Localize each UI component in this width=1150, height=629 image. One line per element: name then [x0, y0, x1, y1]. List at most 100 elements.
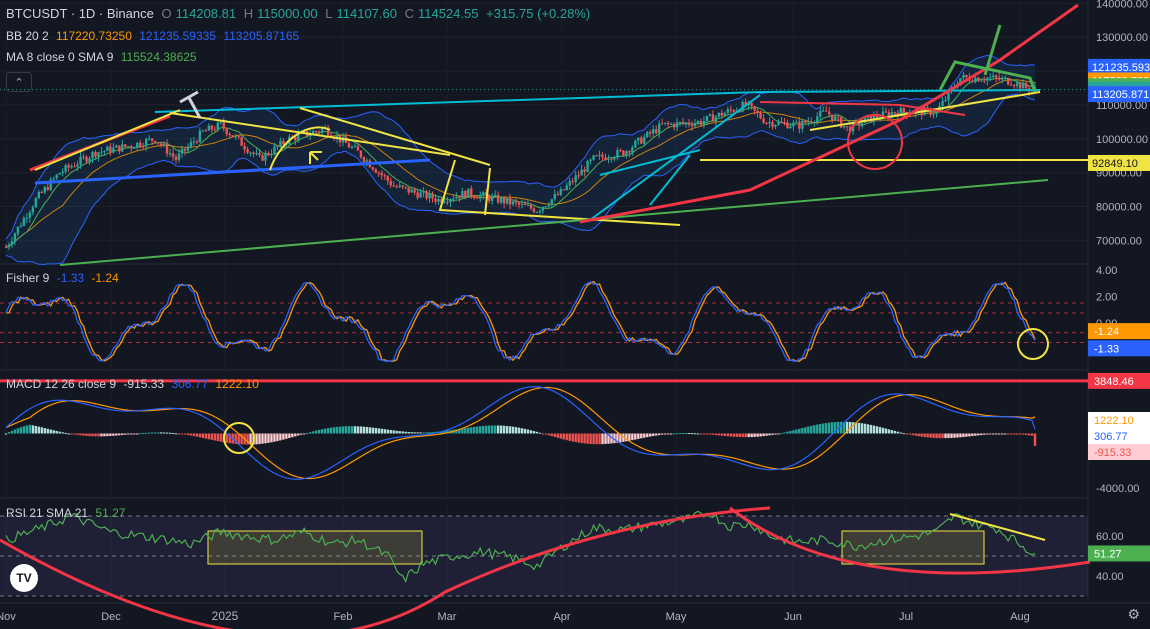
candle [7, 244, 11, 248]
collapse-legend-button[interactable]: ⌃ [6, 72, 32, 92]
macd-histogram-bar [350, 426, 354, 434]
macd-histogram-bar [798, 428, 801, 434]
pane-1-bg [0, 266, 1088, 365]
macd-histogram-bar [660, 433, 664, 435]
macd-histogram-bar [935, 433, 938, 439]
macd-histogram-bar [959, 433, 962, 438]
macd-histogram-bar [401, 431, 404, 434]
x-tick-label: Jun [784, 611, 802, 623]
candle [508, 198, 512, 205]
candle [989, 77, 992, 79]
candle [404, 186, 407, 188]
symbol-title[interactable]: BTCUSDT · 1D · Binance [6, 6, 154, 21]
candle [825, 110, 828, 112]
macd-histogram-bar [270, 433, 273, 443]
candle [511, 201, 515, 205]
macd-histogram-bar [768, 433, 771, 436]
candle [884, 111, 888, 113]
bb-legend[interactable]: BB 20 2 117220.73250 121235.59335 113205… [6, 29, 303, 43]
macd-value-label-1: 306.77 [1094, 431, 1128, 443]
macd-histogram-bar [118, 433, 121, 436]
macd-histogram-bar [702, 433, 706, 435]
fisher-legend[interactable]: Fisher 9 -1.33 -1.24 [6, 271, 123, 285]
rsi-legend[interactable]: RSI 21 SMA 21 51.27 [6, 506, 129, 520]
macd-histogram-bar [628, 433, 631, 441]
candle [389, 180, 392, 186]
macd-histogram-bar [1006, 433, 1010, 435]
candle [666, 122, 670, 125]
candle [759, 113, 762, 119]
x-tick-label: Nov [0, 611, 16, 623]
candle [992, 75, 995, 78]
candle [568, 181, 571, 186]
macd-legend[interactable]: MACD 12 26 close 9 -915.33 306.77 1222.1… [6, 377, 263, 391]
candle [941, 100, 944, 107]
macd-histogram-bar [655, 433, 658, 436]
macd-histogram-bar [884, 428, 888, 434]
candle [195, 141, 199, 143]
candle [789, 126, 792, 129]
macd-histogram-bar [40, 427, 43, 434]
candle [371, 167, 375, 170]
candle [153, 140, 157, 143]
macd-histogram-bar [574, 433, 577, 443]
macd-histogram-bar [765, 433, 768, 436]
macd-histogram-bar [180, 433, 184, 435]
macd-histogram-bar [819, 423, 822, 434]
macd-histogram-bar [25, 425, 29, 434]
candle [398, 185, 401, 188]
candle [58, 173, 61, 175]
candle [652, 129, 655, 134]
candle [777, 121, 780, 125]
candle [753, 106, 756, 111]
macd-histogram-bar [261, 433, 264, 444]
candle [410, 189, 413, 193]
candle [431, 193, 434, 199]
candle [476, 197, 479, 199]
candle [589, 159, 592, 161]
candle [168, 153, 172, 155]
candle [22, 218, 26, 226]
macd-histogram-bar [49, 429, 52, 434]
macd-histogram-bar [592, 433, 595, 445]
candle [246, 149, 249, 153]
candle [147, 138, 151, 140]
candle [225, 128, 228, 135]
candle [180, 148, 184, 154]
candle [902, 108, 905, 112]
macd-histogram-bar [326, 428, 330, 434]
candle [678, 121, 682, 123]
macd-histogram-bar [314, 430, 318, 434]
candle [505, 198, 509, 204]
macd-histogram-bar [926, 433, 929, 438]
open-value: 114208.81 [175, 6, 237, 21]
macd-histogram-bar [279, 433, 282, 441]
macd-histogram-bar [505, 425, 509, 434]
macd-histogram-bar [804, 427, 807, 434]
candle [1003, 77, 1007, 79]
candle [649, 131, 652, 134]
macd-histogram-bar [589, 433, 592, 444]
candle [1021, 82, 1025, 89]
candle [213, 129, 216, 131]
price-label-4: 113205.871 [1092, 89, 1149, 101]
candle [669, 123, 673, 125]
macd-level-label: 3848.46 [1094, 376, 1134, 388]
candle [276, 146, 279, 148]
ma-legend[interactable]: MA 8 close 0 SMA 9 115524.38625 [6, 50, 201, 64]
chart-canvas[interactable]: 140000.00130000.00120000.00110000.001000… [0, 0, 1150, 629]
macd-histogram-bar [902, 433, 905, 435]
candle [717, 112, 721, 117]
candle [216, 122, 219, 130]
macd-histogram-bar [332, 427, 336, 434]
x-tick-label: Apr [553, 611, 570, 623]
candle [133, 147, 136, 149]
gear-icon[interactable]: ⚙ [1127, 606, 1140, 623]
candle [380, 172, 384, 176]
macd-histogram-bar [517, 427, 521, 434]
macd-histogram-bar [986, 433, 989, 435]
macd-histogram-bar [476, 426, 479, 434]
candle [535, 212, 539, 214]
candle [1015, 82, 1019, 87]
macd-histogram-bar [85, 433, 88, 436]
